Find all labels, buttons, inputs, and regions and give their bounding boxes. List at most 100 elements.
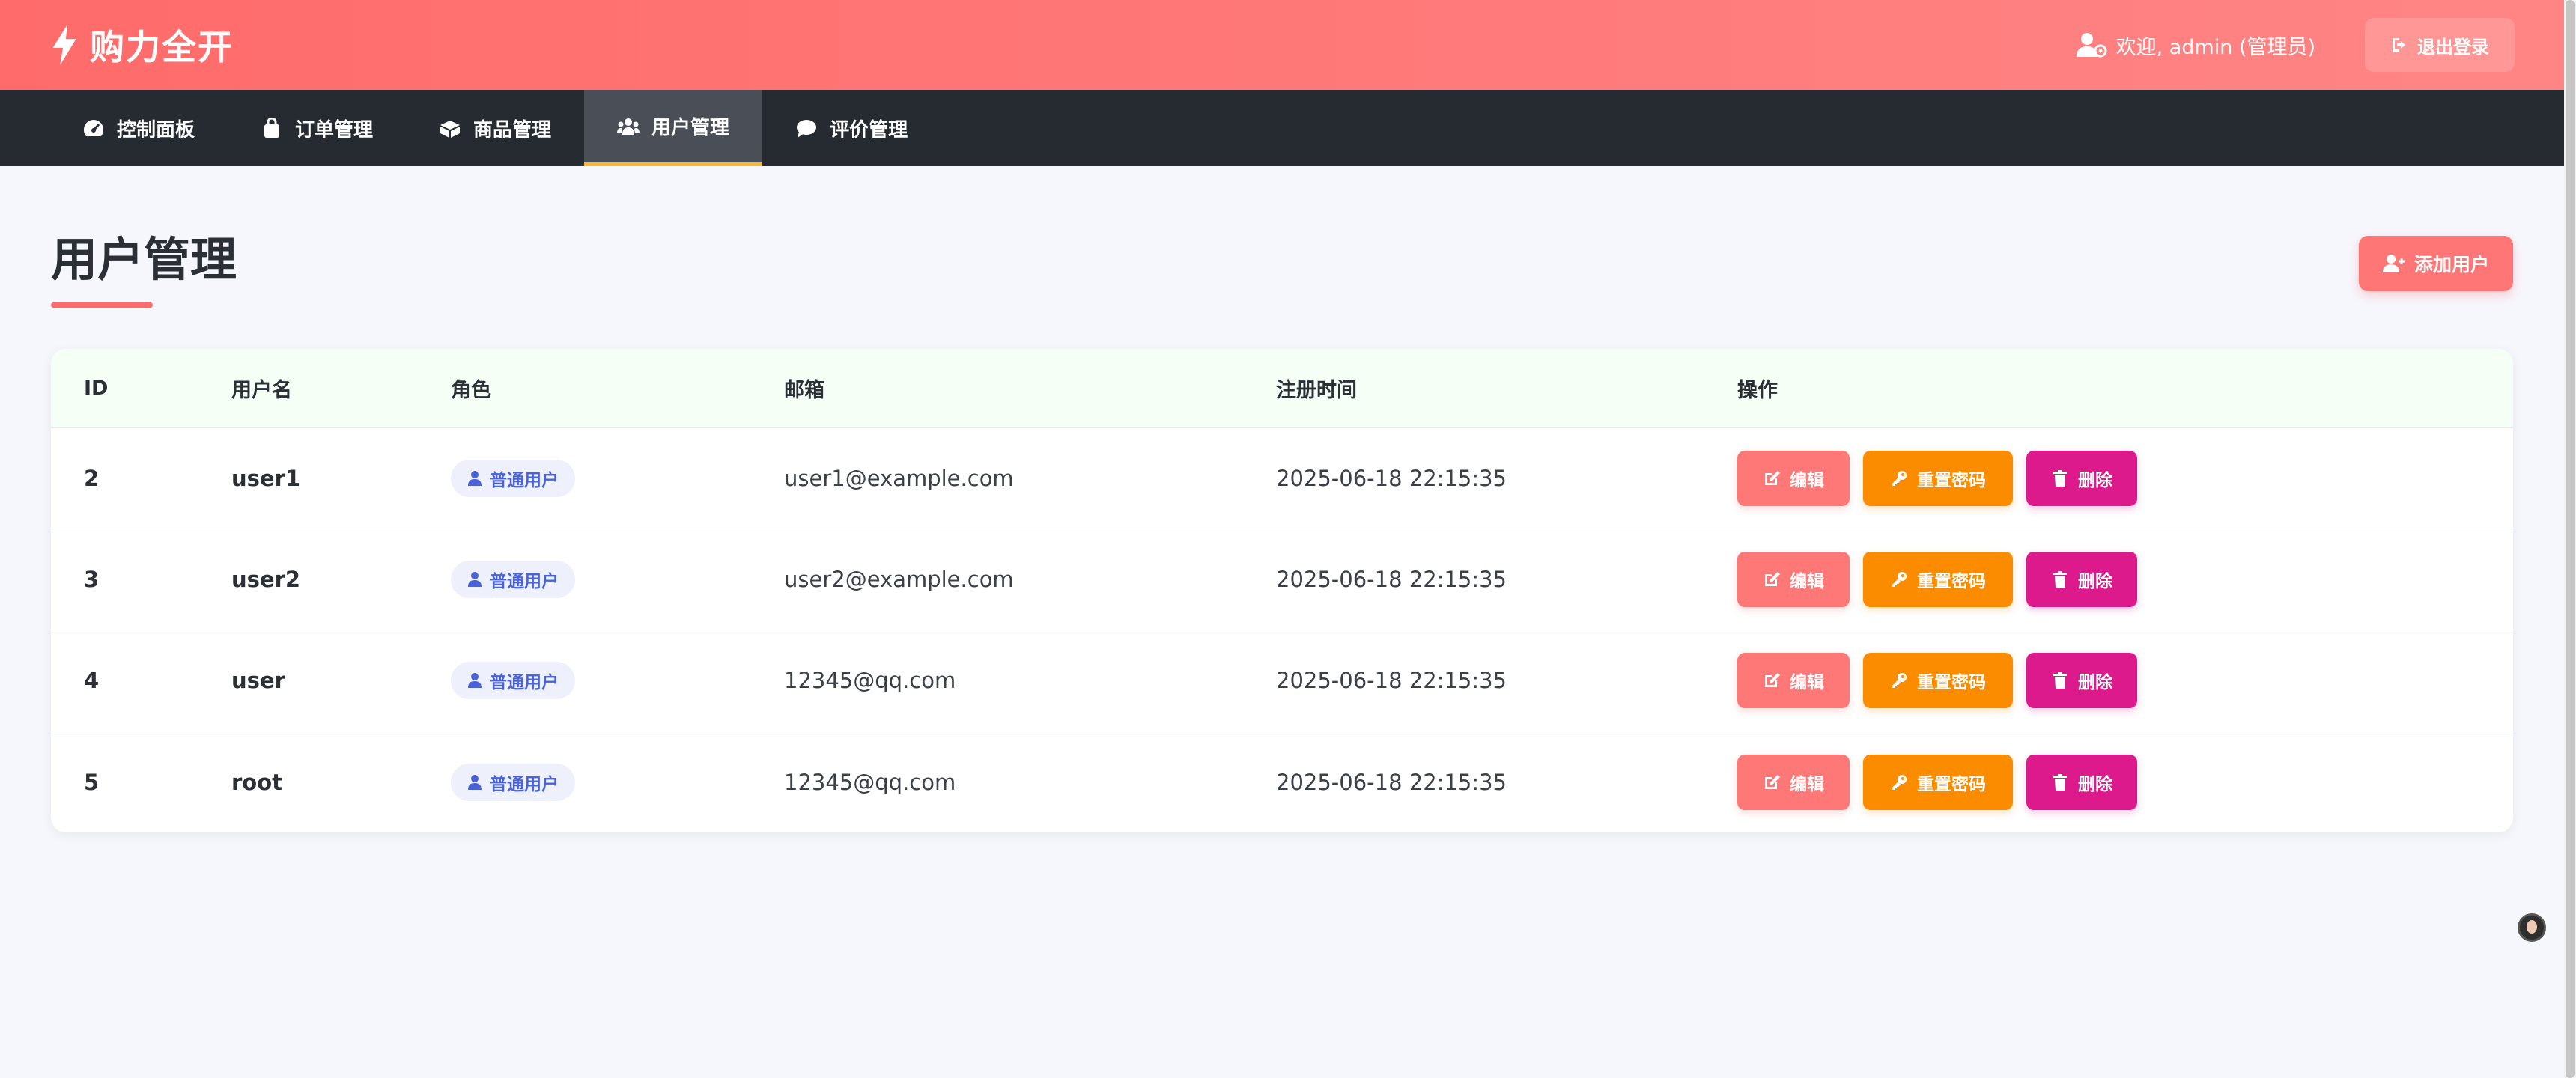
logout-label: 退出登录 [2417,37,2489,58]
delete-button[interactable]: 删除 [2026,653,2137,708]
delete-label: 删除 [2078,672,2112,692]
nav-item-dashboard[interactable]: 控制面板 [49,90,228,166]
floating-avatar[interactable] [2518,913,2546,942]
cell-registered: 2025-06-18 22:15:35 [1276,567,1507,592]
edit-label: 编辑 [1790,773,1824,794]
cell-email: 12345@qq.com [784,769,956,795]
edit-label: 编辑 [1790,672,1824,692]
scrollbar-thumb[interactable] [2566,0,2575,1078]
header-registered: 注册时间 [1276,378,1357,402]
edit-icon [1765,471,1780,485]
add-user-label: 添加用户 [2414,255,2489,275]
role-text: 普通用户 [490,572,559,591]
welcome-message: 欢迎, admin (管理员) [2076,31,2315,60]
shopping-bag-icon [264,118,280,138]
cell-role: 普通用户 [451,460,575,497]
brand[interactable]: 购力全开 [49,20,234,70]
cell-registered: 2025-06-18 22:15:35 [1276,668,1507,693]
row-actions: 编辑 重置密码 删除 [1737,754,2137,810]
edit-button[interactable]: 编辑 [1737,653,1850,708]
delete-label: 删除 [2078,470,2112,490]
table-body: 2 user1 普通用户 user1@example.com 2025-06-1… [51,428,2513,832]
cell-registered: 2025-06-18 22:15:35 [1276,769,1507,795]
boxes-icon [440,121,461,138]
user-icon [468,673,482,688]
delete-label: 删除 [2078,773,2112,794]
reset-label: 重置密码 [1917,773,1986,794]
users-icon [617,118,640,135]
user-icon [468,572,482,587]
reset-label: 重置密码 [1917,571,1986,591]
header-role: 角色 [451,378,491,402]
reset-password-button[interactable]: 重置密码 [1863,754,2013,810]
users-table: ID 用户名 角色 邮箱 注册时间 操作 2 user1 普通用户 user1@… [51,349,2513,832]
main-nav: 控制面板 订单管理 商品管理 用户管理 评价管理 [0,90,2564,166]
cell-actions: 编辑 重置密码 删除 [1737,552,2137,607]
trash-icon [2053,571,2067,588]
edit-button[interactable]: 编辑 [1737,754,1850,810]
role-text: 普通用户 [490,673,559,692]
welcome-text: 欢迎, admin (管理员) [2115,35,2315,59]
header-id: ID [84,376,109,400]
delete-button[interactable]: 删除 [2026,754,2137,810]
cell-id: 3 [84,567,100,592]
logout-button[interactable]: 退出登录 [2365,18,2515,72]
header-username: 用户名 [231,378,292,402]
user-cog-icon [2076,33,2107,58]
nav-label-orders: 订单管理 [295,118,374,141]
delete-button[interactable]: 删除 [2026,552,2137,607]
nav-item-users[interactable]: 用户管理 [584,90,763,166]
edit-button[interactable]: 编辑 [1737,552,1850,607]
nav-item-orders[interactable]: 订单管理 [228,90,406,166]
reset-password-button[interactable]: 重置密码 [1863,552,2013,607]
edit-icon [1765,774,1780,789]
trash-icon [2053,773,2067,791]
nav-label-products: 商品管理 [473,118,552,141]
cell-email: user2@example.com [784,567,1014,592]
cell-role: 普通用户 [451,561,575,598]
cell-id: 2 [84,466,100,491]
table-header: ID 用户名 角色 邮箱 注册时间 操作 [51,349,2513,428]
nav-item-products[interactable]: 商品管理 [406,90,584,166]
brand-name: 购力全开 [90,27,234,67]
user-plus-icon [2382,255,2405,272]
edit-icon [1765,673,1780,687]
edit-button[interactable]: 编辑 [1737,451,1850,506]
cell-email: user1@example.com [784,466,1014,491]
role-text: 普通用户 [490,774,559,794]
header-right: 欢迎, admin (管理员) 退出登录 [2076,18,2515,72]
edit-label: 编辑 [1790,470,1824,490]
lightning-icon [52,25,76,65]
cell-role: 普通用户 [451,662,575,699]
role-badge: 普通用户 [451,662,575,699]
top-header: 购力全开 欢迎, admin (管理员) 退出登录 [0,0,2564,90]
cell-username: user [231,668,285,693]
cell-actions: 编辑 重置密码 删除 [1737,653,2137,708]
role-badge: 普通用户 [451,460,575,497]
reset-label: 重置密码 [1917,470,1986,490]
page-title: 用户管理 [51,232,237,287]
nav-item-reviews[interactable]: 评价管理 [762,90,941,166]
role-badge: 普通用户 [451,763,575,801]
title-underline [51,302,153,308]
row-actions: 编辑 重置密码 删除 [1737,653,2137,708]
role-text: 普通用户 [490,471,559,490]
reset-password-button[interactable]: 重置密码 [1863,653,2013,708]
cell-actions: 编辑 重置密码 删除 [1737,754,2137,810]
role-badge: 普通用户 [451,561,575,598]
scrollbar-track[interactable] [2564,0,2576,1078]
nav-label-dashboard: 控制面板 [117,118,195,141]
key-icon [1892,471,1907,486]
nav-label-users: 用户管理 [651,117,730,139]
reset-password-button[interactable]: 重置密码 [1863,451,2013,506]
cell-registered: 2025-06-18 22:15:35 [1276,466,1507,491]
key-icon [1892,572,1907,587]
add-user-button[interactable]: 添加用户 [2359,236,2513,291]
delete-button[interactable]: 删除 [2026,451,2137,506]
nav-label-reviews: 评价管理 [830,118,908,141]
row-actions: 编辑 重置密码 删除 [1737,552,2137,607]
key-icon [1892,774,1907,790]
reset-label: 重置密码 [1917,672,1986,692]
sign-out-icon [2393,38,2405,52]
dashboard-icon [83,120,104,136]
